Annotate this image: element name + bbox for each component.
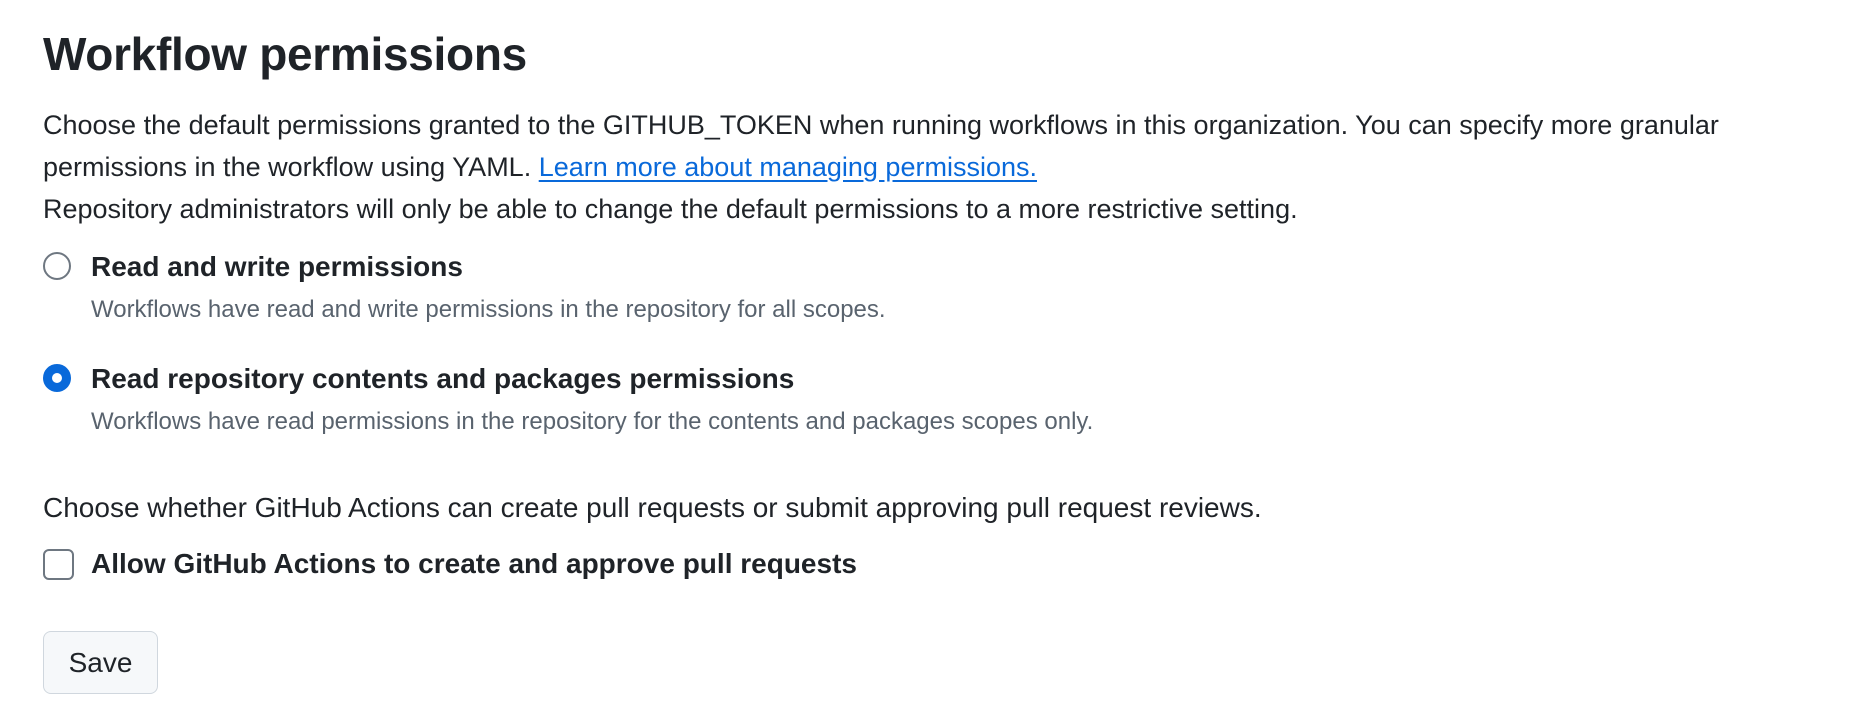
option-read-write-label[interactable]: Read and write permissions (91, 250, 463, 284)
section-description: Choose the default permissions granted t… (43, 104, 1870, 230)
radio-read-write[interactable] (43, 252, 71, 280)
allow-pull-requests-checkbox[interactable] (43, 549, 74, 580)
admin-note: Repository administrators will only be a… (43, 194, 1298, 224)
learn-more-link[interactable]: Learn more about managing permissions. (539, 152, 1037, 182)
description-line-1: Choose the default permissions granted t… (43, 110, 1719, 140)
allow-pull-requests-label[interactable]: Allow GitHub Actions to create and appro… (91, 547, 857, 581)
option-read-contents-description: Workflows have read permissions in the r… (91, 408, 1094, 435)
save-button[interactable]: Save (43, 631, 158, 694)
option-read-contents-label[interactable]: Read repository contents and packages pe… (91, 362, 794, 396)
description-line-2-text: permissions in the workflow using YAML. (43, 152, 539, 182)
radio-read-contents[interactable] (43, 364, 71, 392)
pull-request-prompt: Choose whether GitHub Actions can create… (43, 492, 1262, 523)
section-title: Workflow permissions (43, 28, 527, 80)
option-read-write-description: Workflows have read and write permission… (91, 296, 886, 323)
description-line-2: permissions in the workflow using YAML. … (43, 146, 1870, 188)
